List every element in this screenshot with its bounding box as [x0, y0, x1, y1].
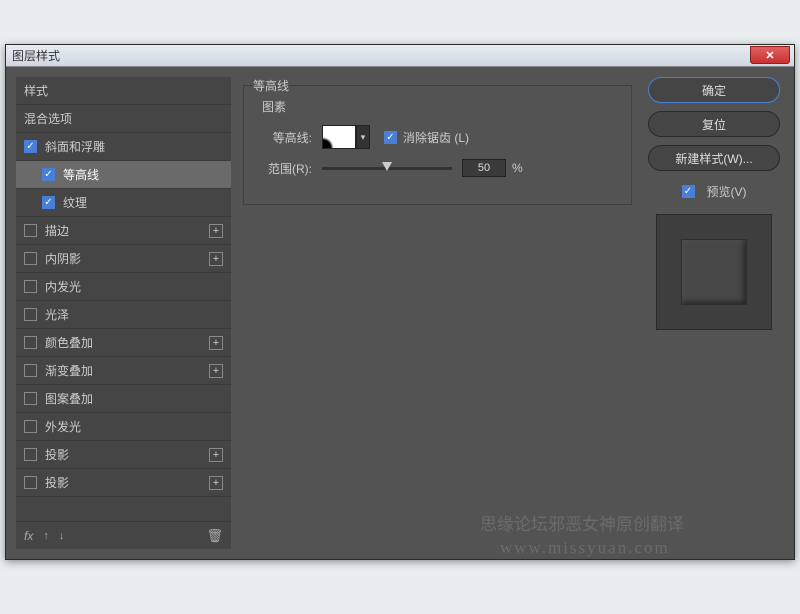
style-inner-shadow[interactable]: 内阴影 + — [16, 245, 231, 273]
add-effect-icon[interactable]: + — [209, 448, 223, 462]
preview-inner — [681, 239, 747, 305]
antialias-label: 消除锯齿 (L) — [403, 129, 469, 146]
styles-footer: fx ↑ ↓ 🗑 — [16, 521, 231, 549]
style-color-overlay[interactable]: 颜色叠加 + — [16, 329, 231, 357]
range-value-input[interactable] — [462, 159, 506, 177]
arrow-up-icon[interactable]: ↑ — [43, 530, 49, 542]
contour-dropdown-icon[interactable] — [356, 125, 370, 149]
range-slider[interactable] — [322, 167, 452, 170]
style-label: 渐变叠加 — [45, 362, 93, 379]
group-label: 图素 — [262, 98, 619, 115]
style-label: 内发光 — [45, 278, 81, 295]
style-label: 颜色叠加 — [45, 334, 93, 351]
styles-list-panel: 样式 混合选项 斜面和浮雕 等高线 纹理 描边 + 内阴影 — [16, 77, 231, 549]
add-effect-icon[interactable]: + — [209, 364, 223, 378]
style-texture[interactable]: 纹理 — [16, 189, 231, 217]
preview-swatch — [656, 214, 772, 330]
checkbox-icon[interactable] — [24, 280, 37, 293]
new-style-button[interactable]: 新建样式(W)... — [648, 145, 780, 171]
ok-button[interactable]: 确定 — [648, 77, 780, 103]
style-outer-glow[interactable]: 外发光 — [16, 413, 231, 441]
style-label: 外发光 — [45, 418, 81, 435]
style-drop-shadow-2[interactable]: 投影 + — [16, 469, 231, 497]
checkbox-icon[interactable] — [24, 252, 37, 265]
style-label: 等高线 — [63, 166, 99, 183]
reset-button[interactable]: 复位 — [648, 111, 780, 137]
style-stroke[interactable]: 描边 + — [16, 217, 231, 245]
preview-checkbox[interactable] — [682, 185, 695, 198]
slider-thumb-icon[interactable] — [382, 162, 392, 171]
add-effect-icon[interactable]: + — [209, 476, 223, 490]
percent-label: % — [512, 161, 523, 175]
style-label: 光泽 — [45, 306, 69, 323]
titlebar[interactable]: 图层样式 — [6, 45, 794, 67]
checkbox-icon[interactable] — [42, 168, 55, 181]
range-label: 范围(R): — [256, 160, 312, 177]
style-label: 斜面和浮雕 — [45, 138, 105, 155]
checkbox-icon[interactable] — [24, 476, 37, 489]
settings-panel: 等高线 图素 等高线: 消除锯齿 (L) 范围(R): % — [243, 77, 632, 549]
add-effect-icon[interactable]: + — [209, 252, 223, 266]
style-contour[interactable]: 等高线 — [16, 161, 231, 189]
checkbox-icon[interactable] — [42, 196, 55, 209]
checkbox-icon[interactable] — [24, 224, 37, 237]
checkbox-icon[interactable] — [24, 364, 37, 377]
checkbox-icon[interactable] — [24, 448, 37, 461]
preview-label: 预览(V) — [707, 183, 747, 200]
window-title: 图层样式 — [12, 47, 60, 64]
section-title: 等高线 — [253, 77, 289, 94]
checkbox-icon[interactable] — [24, 140, 37, 153]
close-button[interactable] — [750, 46, 790, 64]
checkbox-icon[interactable] — [24, 392, 37, 405]
style-label: 描边 — [45, 222, 69, 239]
antialias-checkbox[interactable] — [384, 131, 397, 144]
checkbox-icon[interactable] — [24, 308, 37, 321]
styles-header[interactable]: 样式 — [16, 77, 231, 104]
style-label: 图案叠加 — [45, 390, 93, 407]
arrow-down-icon[interactable]: ↓ — [59, 530, 65, 542]
style-pattern-overlay[interactable]: 图案叠加 — [16, 385, 231, 413]
style-label: 投影 — [45, 474, 69, 491]
fx-menu-icon[interactable]: fx — [24, 529, 33, 543]
layer-style-dialog: 图层样式 样式 混合选项 斜面和浮雕 等高线 纹理 描边 + — [5, 44, 795, 560]
blending-options-row[interactable]: 混合选项 — [16, 104, 231, 133]
style-label: 纹理 — [63, 194, 87, 211]
contour-picker[interactable] — [322, 125, 356, 149]
watermark-text-2: www.missyuan.com — [500, 538, 670, 558]
contour-label: 等高线: — [256, 129, 312, 146]
style-satin[interactable]: 光泽 — [16, 301, 231, 329]
style-bevel-emboss[interactable]: 斜面和浮雕 — [16, 133, 231, 161]
style-inner-glow[interactable]: 内发光 — [16, 273, 231, 301]
trash-icon[interactable]: 🗑 — [206, 528, 223, 544]
style-label: 内阴影 — [45, 250, 81, 267]
style-drop-shadow[interactable]: 投影 + — [16, 441, 231, 469]
checkbox-icon[interactable] — [24, 420, 37, 433]
style-label: 投影 — [45, 446, 69, 463]
watermark-text-1: 思缘论坛邪恶女神原创翻译 — [480, 510, 684, 535]
add-effect-icon[interactable]: + — [209, 336, 223, 350]
style-gradient-overlay[interactable]: 渐变叠加 + — [16, 357, 231, 385]
action-panel: 确定 复位 新建样式(W)... 预览(V) — [644, 77, 784, 549]
add-effect-icon[interactable]: + — [209, 224, 223, 238]
checkbox-icon[interactable] — [24, 336, 37, 349]
